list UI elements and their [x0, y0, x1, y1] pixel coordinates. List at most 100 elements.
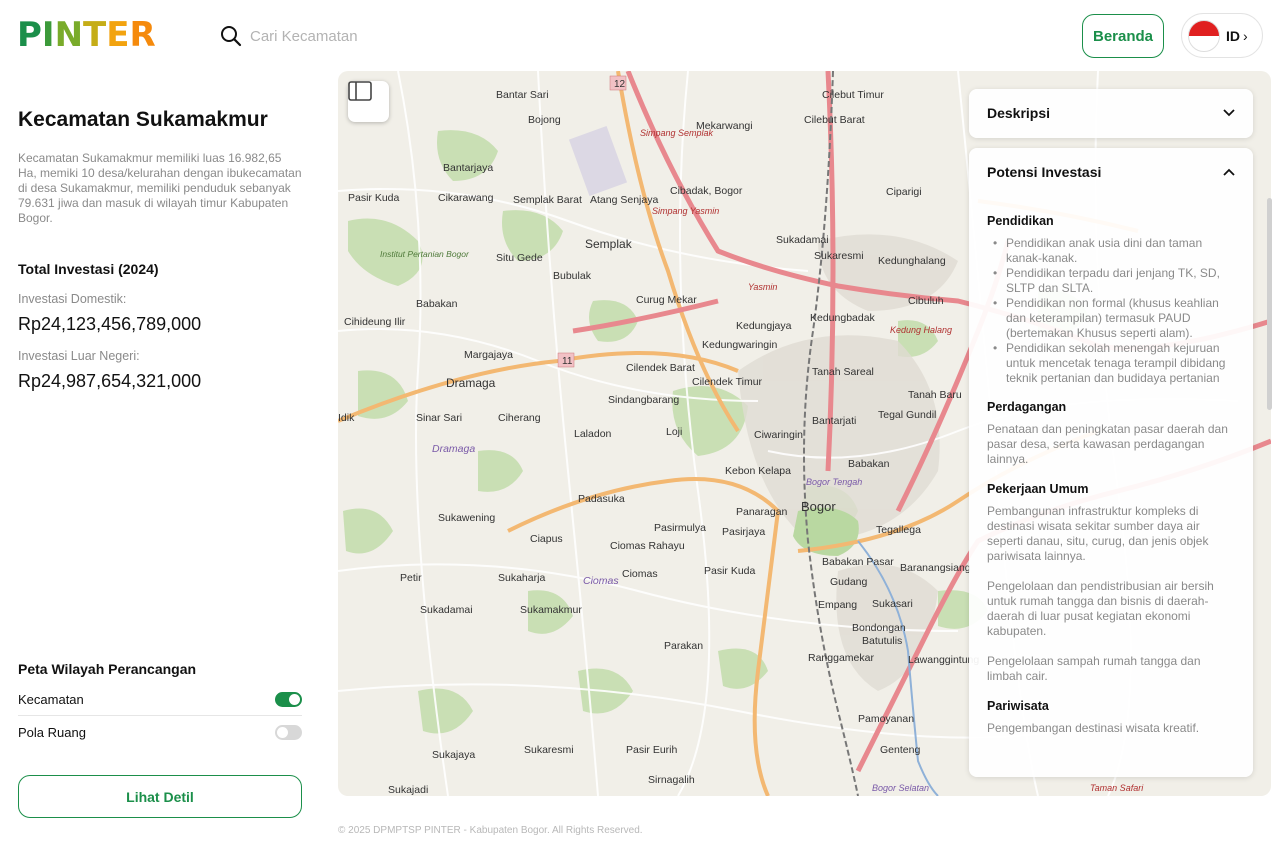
map-label: Empang [818, 599, 857, 611]
map-label: Tegallega [876, 524, 921, 536]
map-label: Bogor Tengah [806, 477, 862, 487]
layer-kecamatan-label: Kecamatan [18, 692, 84, 707]
toggle-knob [289, 694, 300, 705]
potensi-content[interactable]: Pendidikan Pendidikan anak usia dini dan… [969, 196, 1253, 777]
map-label: Babakan [848, 458, 890, 470]
map-label: Cibadak, Bogor [670, 185, 743, 197]
map-label: Cilendek Barat [626, 362, 695, 374]
map-label: Genteng [880, 744, 920, 756]
map-label: Cilendek Timur [692, 376, 763, 388]
map-label: Kedungbadak [810, 312, 876, 324]
section-title: Perdagangan [987, 400, 1067, 414]
map-label: Petir [400, 572, 422, 584]
map-label: Sukajaya [432, 749, 475, 761]
logo-letter: T [83, 15, 107, 55]
list-item: Pendidikan non formal (khusus keahlian d… [987, 296, 1231, 341]
toggle-knob [277, 726, 288, 738]
map-label: Simpang Yasmin [652, 206, 719, 216]
map-layers-title: Peta Wilayah Perancangan [18, 661, 197, 677]
road-shield-label: 12 [614, 79, 626, 90]
section-paragraph: Pengelolaan dan pendistribusian air bers… [987, 579, 1214, 638]
map-label: Kedungwaringin [702, 339, 777, 351]
map-label: Semplak [585, 237, 633, 251]
map-label: Pasirmulya [654, 522, 706, 534]
map-label: Kedunghalang [878, 255, 946, 267]
map-label: Pamoyanan [858, 713, 914, 725]
section-title: Pendidikan [987, 214, 1054, 228]
list-item: Pendidikan terpadu dari jenjang TK, SD, … [987, 266, 1231, 296]
layer-pola-ruang-toggle[interactable] [275, 724, 302, 740]
map-label: Idik [338, 412, 355, 424]
language-label: ID [1226, 27, 1240, 44]
header: PINTER Beranda ID › [0, 0, 1280, 72]
section-paragraph: Pembangunan infrastruktur kompleks di de… [987, 504, 1209, 563]
list-item: Pendidikan anak usia dini dan taman kana… [987, 236, 1231, 266]
chevron-up-icon [1223, 168, 1235, 176]
map-label: Tanah Baru [908, 389, 962, 401]
map-label: Batutulis [862, 635, 902, 647]
layer-kecamatan-toggle[interactable] [275, 692, 302, 707]
map-label: Sirnagalih [648, 774, 695, 786]
potensi-header[interactable]: Potensi Investasi [969, 148, 1253, 196]
domestic-investment-label: Investasi Domestik: [18, 292, 127, 306]
map-label: Bantarjati [812, 415, 856, 427]
map-label: Simpang Semplak [640, 128, 714, 138]
deskripsi-card: Deskripsi [969, 89, 1253, 138]
logo-letter: R [129, 15, 156, 55]
map-airport-area [568, 125, 628, 197]
deskripsi-header[interactable]: Deskripsi [969, 89, 1253, 137]
map-label: Dramaga [432, 443, 475, 455]
map-label: Sukadamai [776, 234, 829, 246]
map-label: Bantarjaya [443, 162, 493, 174]
map-label: Ranggamekar [808, 652, 874, 664]
map-label: Laladon [574, 428, 612, 440]
layer-pola-ruang-row: Pola Ruang [18, 716, 302, 748]
map-label: Semplak Barat [513, 194, 582, 206]
map-label: Parakan [664, 640, 703, 652]
map-label: Loji [666, 426, 682, 438]
language-selector[interactable]: ID › [1181, 13, 1263, 58]
map-label: Pasir Kuda [348, 192, 400, 204]
potensi-scrollbar[interactable] [1267, 198, 1272, 410]
map-label: Sindangbarang [608, 394, 679, 406]
map-label: Babakan [416, 298, 458, 310]
map-label: Bogor [801, 499, 836, 514]
map-label: Kedungjaya [736, 320, 792, 332]
lihat-detil-button[interactable]: Lihat Detil [18, 775, 302, 818]
map-label: Cilebut Barat [804, 114, 865, 126]
map-label: Cilebut Timur [822, 89, 884, 101]
map-label: Kedung Halang [890, 325, 952, 335]
map-label: Sukasari [872, 598, 913, 610]
map-label: Gudang [830, 576, 868, 588]
footer-copyright: © 2025 DPMPTSP PINTER - Kabupaten Bogor.… [338, 825, 643, 836]
map-label: Yasmin [748, 282, 777, 292]
pinter-logo[interactable]: PINTER [17, 14, 156, 56]
search-icon[interactable] [220, 25, 242, 47]
beranda-button[interactable]: Beranda [1082, 14, 1164, 58]
layer-kecamatan-row: Kecamatan [18, 684, 302, 716]
chevron-right-icon: › [1243, 27, 1248, 44]
map-label: Ciapus [530, 533, 563, 545]
map-label: Margajaya [464, 349, 513, 361]
sidebar-toggle-button[interactable] [348, 81, 389, 122]
investment-title: Total Investasi (2024) [18, 261, 159, 277]
flag-indonesia-icon [1188, 19, 1220, 52]
map-label: Ciwaringin [754, 429, 803, 441]
map-label: Atang Senjaya [590, 194, 658, 206]
map-label: Curug Mekar [636, 294, 697, 306]
map-label: Tanah Sareal [812, 366, 874, 378]
map-label: Sukaresmi [524, 744, 574, 756]
logo-letter: N [54, 15, 84, 55]
chevron-down-icon [1223, 109, 1235, 117]
road-shield-label: 11 [562, 356, 573, 367]
map-label: Ciparigi [886, 186, 922, 198]
logo-letter: E [106, 15, 130, 55]
map-label: Sukaharja [498, 572, 545, 584]
kecamatan-title: Kecamatan Sukamakmur [18, 108, 268, 131]
map-label: Sukamakmur [520, 604, 582, 616]
left-panel: Kecamatan Sukamakmur Kecamatan Sukamakmu… [18, 72, 304, 832]
foreign-investment-value: Rp24,987,654,321,000 [18, 371, 202, 391]
map-label: Sukawening [438, 512, 495, 524]
potensi-title: Potensi Investasi [987, 164, 1102, 180]
search-input[interactable] [250, 22, 550, 50]
